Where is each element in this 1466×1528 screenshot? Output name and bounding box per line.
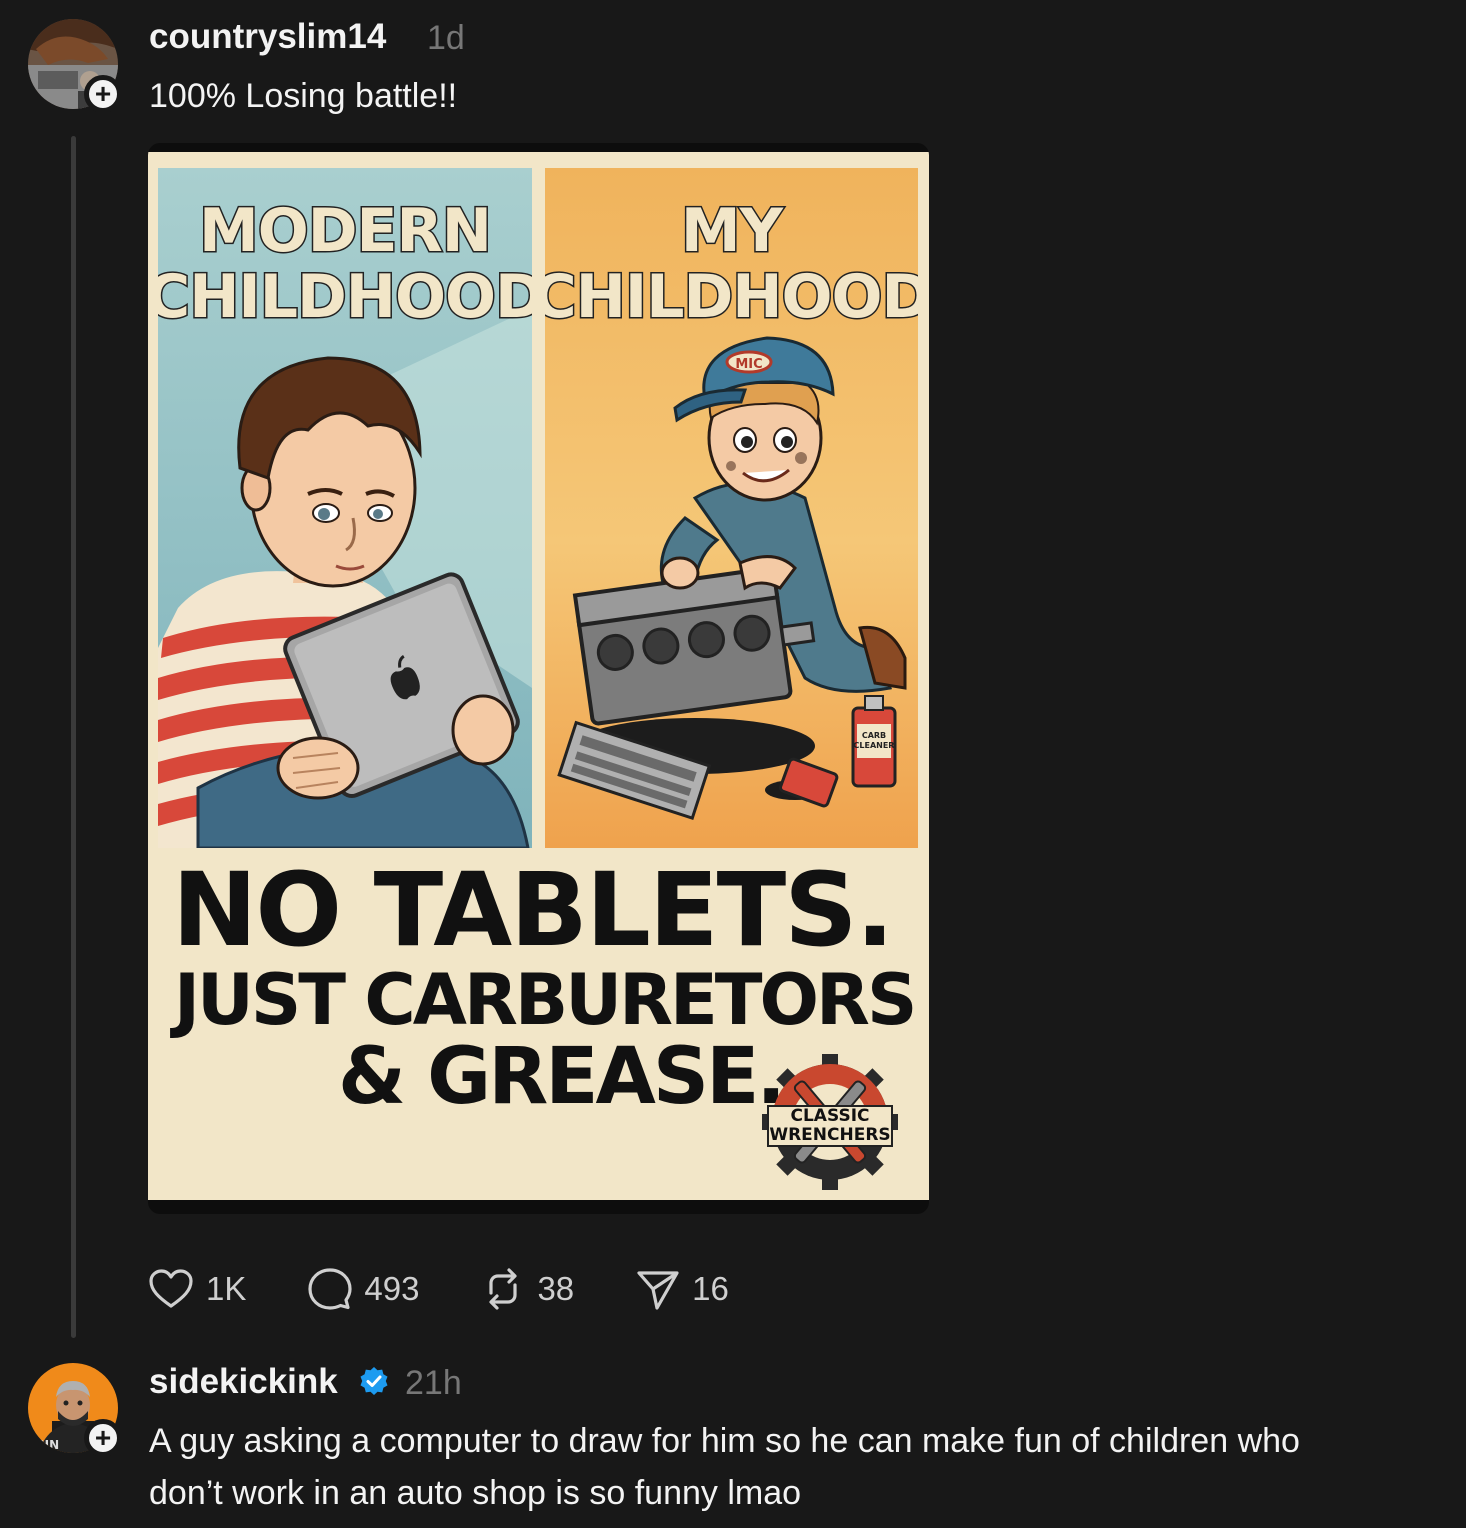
poster: MODERN CHILDHOOD MIC CARB CLEANER MY CHI… [148,152,929,1200]
repost-count: 38 [537,1270,575,1307]
follow-plus-icon[interactable]: + [84,1419,122,1457]
can-label-line1: CARB [862,731,886,740]
post-actions: 1K 493 38 16 [148,1264,791,1314]
share-button[interactable]: 16 [636,1267,729,1311]
left-panel-title-line2: CHILDHOOD [158,262,532,332]
like-button[interactable]: 1K [148,1268,246,1310]
poster-right-panel: MIC CARB CLEANER MY CHILDHOOD [545,168,918,848]
post-username[interactable]: countryslim14 [149,17,386,57]
send-icon [637,1271,679,1310]
reply-time[interactable]: 21h [405,1364,462,1403]
repost-icon [489,1268,518,1310]
can-label-line2: CLEANER [854,741,895,750]
poster-headline-line2: JUST CARBURETORS [174,959,917,1041]
right-panel-title-line2: CHILDHOOD [545,262,918,332]
heart-icon [149,1269,193,1308]
repost-button[interactable]: 38 [481,1267,574,1311]
like-count: 1K [206,1270,247,1307]
cap-logo-text: MIC [735,357,762,372]
badge-text-line2: WRENCHERS [769,1125,891,1145]
badge-text-line1: CLASSIC [790,1106,870,1126]
verified-badge-icon [360,1367,388,1395]
svg-text:SIN: SIN [36,1438,59,1452]
comment-icon [308,1268,352,1310]
follow-plus-icon[interactable]: + [84,75,122,113]
post-time[interactable]: 1d [427,19,465,58]
right-panel-title-line1: MY [679,196,784,266]
poster-left-panel: MODERN CHILDHOOD [158,168,532,848]
reply-count: 493 [364,1270,420,1307]
thread-line [71,136,76,1338]
post-text: 100% Losing battle!! [149,77,458,115]
reply-username[interactable]: sidekickink [149,1362,338,1402]
reply-text-line2: don’t work in an auto shop is so funny l… [149,1474,802,1512]
left-panel-title-line1: MODERN [198,196,494,266]
poster-headline-line1: NO TABLETS. [172,851,894,970]
reply-button[interactable]: 493 [308,1267,419,1311]
classic-wrenchers-badge: CLASSIC WRENCHERS [760,1052,900,1192]
post-image[interactable]: MODERN CHILDHOOD MIC CARB CLEANER MY CHI… [148,143,929,1214]
reply-text-line1: A guy asking a computer to draw for him … [149,1422,1300,1460]
share-count: 16 [692,1270,729,1307]
